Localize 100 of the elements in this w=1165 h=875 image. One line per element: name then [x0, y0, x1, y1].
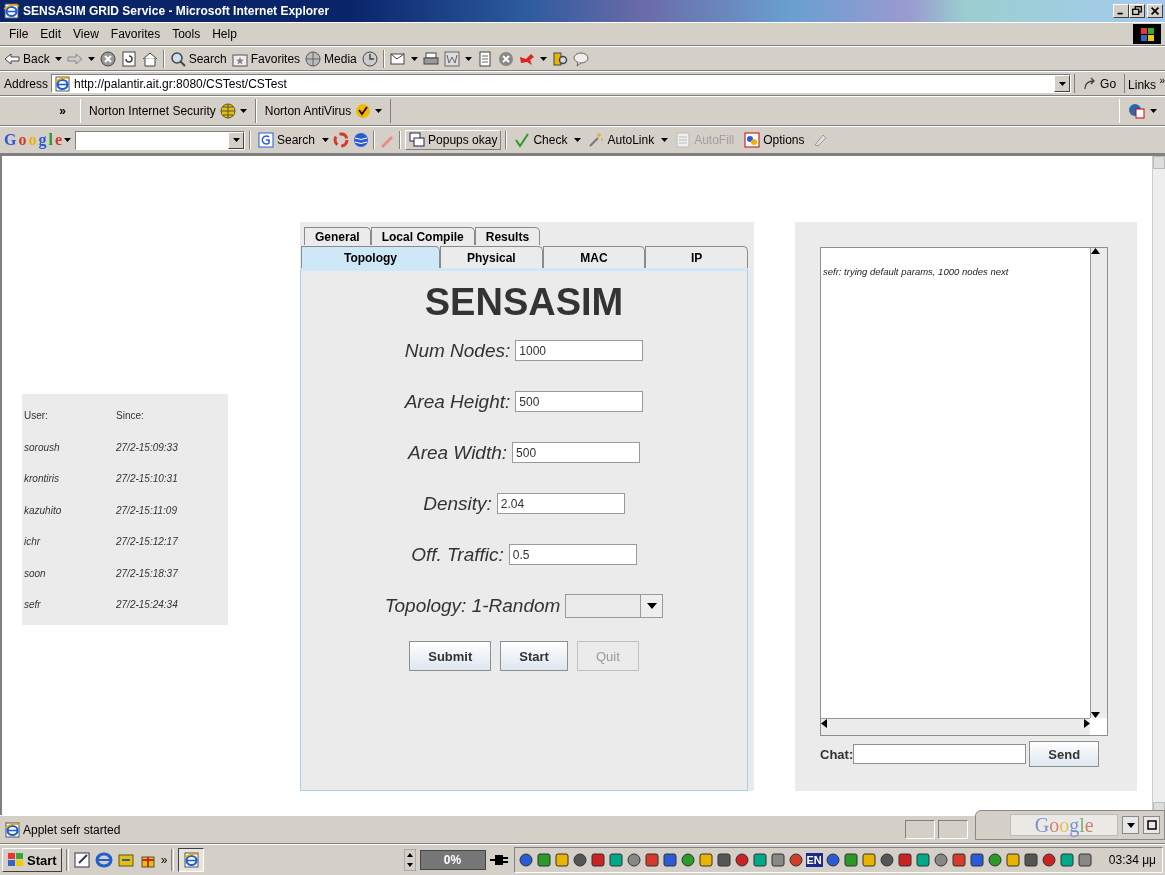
input-field[interactable]: 1000	[515, 340, 644, 361]
field-label: Density:	[423, 492, 492, 515]
tray-icon	[1058, 852, 1075, 868]
language-indicator[interactable]: EN	[805, 853, 823, 867]
address-label: Address	[4, 76, 49, 91]
google-toolbar-logo[interactable]: Google	[4, 131, 71, 149]
send-button[interactable]: Send	[1029, 741, 1100, 767]
tab[interactable]: Results	[474, 227, 541, 245]
tray-icon	[517, 852, 534, 868]
links-button[interactable]: Links $^{»}$	[1128, 75, 1165, 92]
menu-item[interactable]: File	[4, 27, 34, 41]
eraser-icon	[811, 132, 828, 148]
tray-icon	[697, 852, 714, 868]
tray-icon	[1022, 852, 1039, 868]
menu-item[interactable]: Favorites	[105, 27, 166, 41]
dropdown-arrow-icon	[64, 138, 71, 142]
tray-icon	[932, 852, 949, 868]
pdf-document-icon	[1128, 103, 1146, 119]
browser-logo-icon[interactable]	[94, 851, 113, 869]
page-icon	[54, 75, 71, 92]
dropdown-arrow-icon	[54, 56, 62, 61]
field-label: Area Width:	[407, 441, 508, 464]
tray-icon	[625, 852, 642, 868]
back-button[interactable]: Back	[4, 51, 50, 66]
options-icon	[744, 132, 761, 148]
tab[interactable]: Topology	[301, 246, 440, 268]
google-search-field[interactable]	[75, 130, 245, 150]
tab[interactable]: IP	[645, 246, 748, 268]
browser-logo-icon	[3, 3, 19, 19]
dropdown-arrow-icon[interactable]	[1126, 822, 1135, 828]
tab[interactable]: Physical	[440, 246, 543, 268]
submit-button[interactable]: Submit	[409, 641, 492, 671]
login-time: 27/2-15:09:33	[116, 441, 179, 453]
app-title: SENSASIM	[424, 280, 624, 325]
login-time: 27/2-15:18:37	[116, 567, 179, 579]
dropdown-arrow-icon	[646, 602, 657, 609]
tray-icon	[1040, 852, 1057, 868]
field-label: Area Height:	[404, 390, 511, 413]
menu-item[interactable]: Help	[207, 27, 242, 41]
scroll-left-arrow-icon	[821, 719, 827, 728]
restore-icon[interactable]	[1146, 820, 1157, 830]
toolbar-button[interactable]: Popups okay	[405, 130, 502, 150]
taskbar-window-button[interactable]	[178, 848, 205, 872]
norton-menu-button[interactable]: Norton Internet Security	[80, 99, 256, 123]
tray-icon	[950, 852, 967, 868]
tab[interactable]: Local Compile	[370, 227, 475, 245]
minimize-icon[interactable]	[1113, 4, 1129, 18]
forward-arrow-icon	[66, 52, 83, 65]
input-field[interactable]: 500	[512, 442, 641, 463]
tab[interactable]: General	[304, 227, 371, 245]
chat-input[interactable]	[853, 744, 1027, 764]
tray-icon	[860, 852, 877, 868]
start-button[interactable]: Start	[2, 848, 62, 872]
address-field[interactable]: http://palantir.ait.gr:8080/CSTest/CSTest	[51, 74, 1072, 93]
sync-folder-icon[interactable]	[116, 851, 135, 869]
input-field[interactable]: 500	[515, 391, 644, 412]
quick-launch-chevron[interactable]: »	[160, 853, 168, 867]
tray-icon	[553, 852, 570, 868]
tray-icon	[787, 852, 804, 868]
home-icon	[141, 50, 158, 67]
spell-check-icon	[514, 132, 531, 148]
status-pane	[938, 820, 968, 839]
column-header: User:	[24, 410, 49, 422]
toolbar-button[interactable]: Media	[305, 50, 357, 67]
norton-menu-button[interactable]: Norton AntiVirus	[255, 99, 392, 123]
login-time: 27/2-15:12:17	[116, 536, 179, 548]
menu-item[interactable]: Edit	[35, 27, 67, 41]
google-g-icon	[258, 132, 274, 148]
tray-icon	[607, 852, 624, 868]
toolbar-button[interactable]: Check	[511, 131, 571, 149]
cpu-meter: 0%	[419, 850, 486, 870]
menu-item[interactable]: View	[68, 27, 104, 41]
spin-arrows-icon[interactable]	[403, 849, 416, 871]
start-button[interactable]: Start	[500, 641, 568, 671]
toolbar-chevron[interactable]: »	[0, 104, 80, 118]
tray-icon	[896, 852, 913, 868]
notepad-icon[interactable]	[72, 851, 91, 869]
globe-icon	[353, 132, 370, 148]
tray-icon	[589, 852, 606, 868]
go-button[interactable]: Go	[1074, 74, 1126, 93]
toolbar-button[interactable]: Favorites	[231, 50, 301, 67]
field-label: Off. Traffic:	[411, 543, 504, 566]
toolbar-button[interactable]: Search	[169, 50, 227, 67]
tray-icon	[715, 852, 732, 868]
window-title: SENSASIM GRID Service - Microsoft Internet Explorer	[23, 4, 331, 18]
menu-item[interactable]: Tools	[167, 27, 206, 41]
toolbar-button[interactable]: Options	[741, 131, 808, 149]
dropdown-arrow-icon	[464, 56, 472, 61]
close-icon[interactable]	[1147, 4, 1163, 18]
input-field[interactable]: 0.5	[508, 544, 637, 565]
dropdown-arrow-icon	[539, 56, 547, 61]
globe-badge-icon	[219, 103, 236, 119]
toolbar-button[interactable]: AutoLink	[585, 131, 658, 149]
chat-message: sefr: trying default params, 1000 nodes next	[823, 266, 1010, 277]
tab[interactable]: MAC	[542, 246, 646, 268]
input-field[interactable]: 2.04	[496, 493, 625, 514]
toolbar-button[interactable]: Search	[255, 131, 319, 149]
dropdown-arrow-icon	[87, 56, 95, 61]
scroll-up-arrow-icon	[1091, 248, 1100, 254]
scroll-right-arrow-icon	[1084, 719, 1090, 728]
